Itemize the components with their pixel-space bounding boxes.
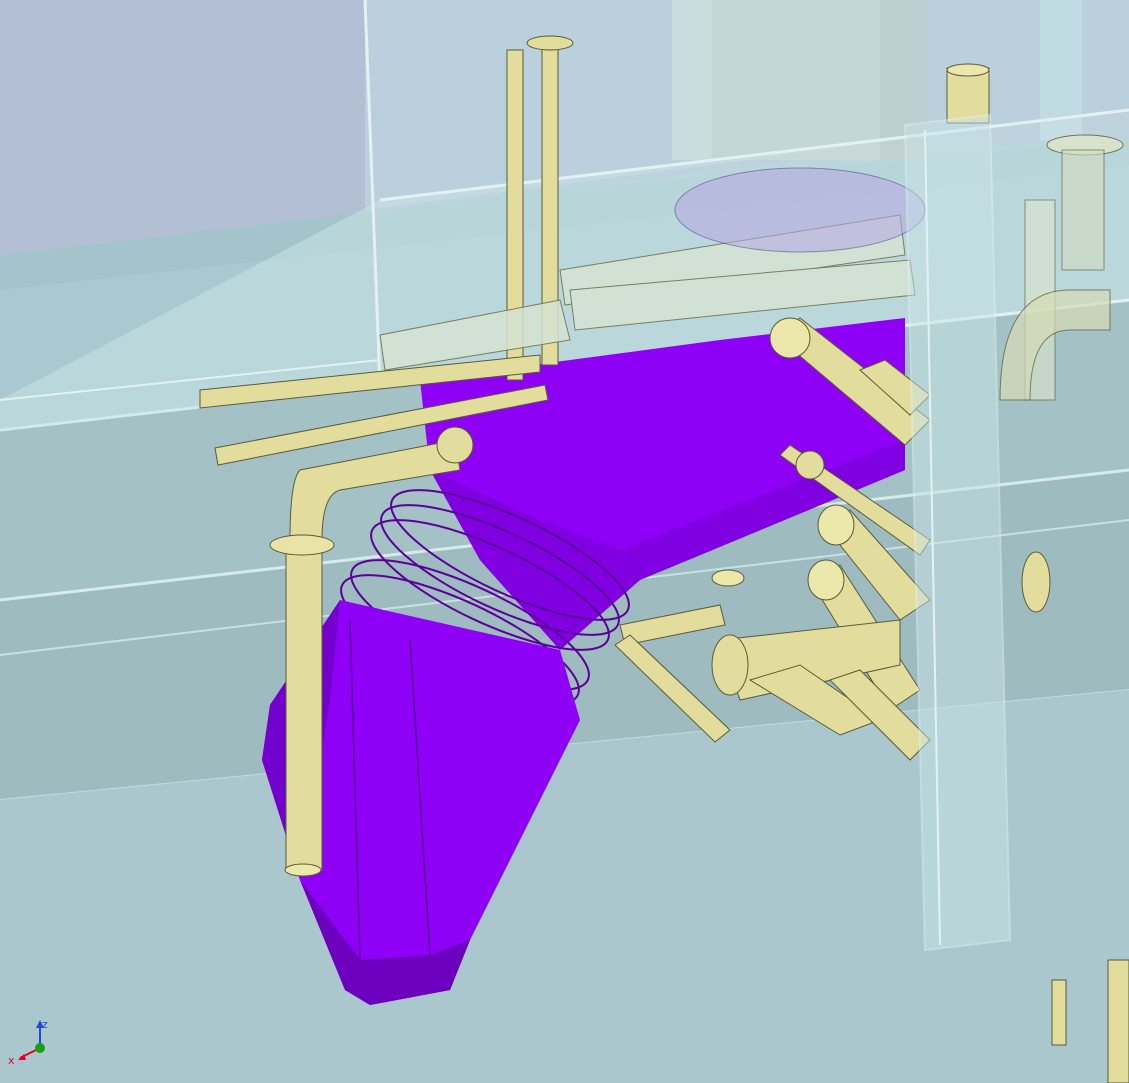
z-axis-label: z [42, 1018, 48, 1031]
3d-viewport[interactable]: z x [0, 0, 1129, 1083]
axis-triad: z x [6, 1016, 58, 1068]
y-axis-dot [35, 1043, 45, 1053]
x-axis-label: x [8, 1054, 15, 1067]
glass-duct-opening [674, 167, 926, 253]
axis-triad-graphic: z x [8, 1018, 48, 1067]
model-scene [0, 0, 1129, 1083]
